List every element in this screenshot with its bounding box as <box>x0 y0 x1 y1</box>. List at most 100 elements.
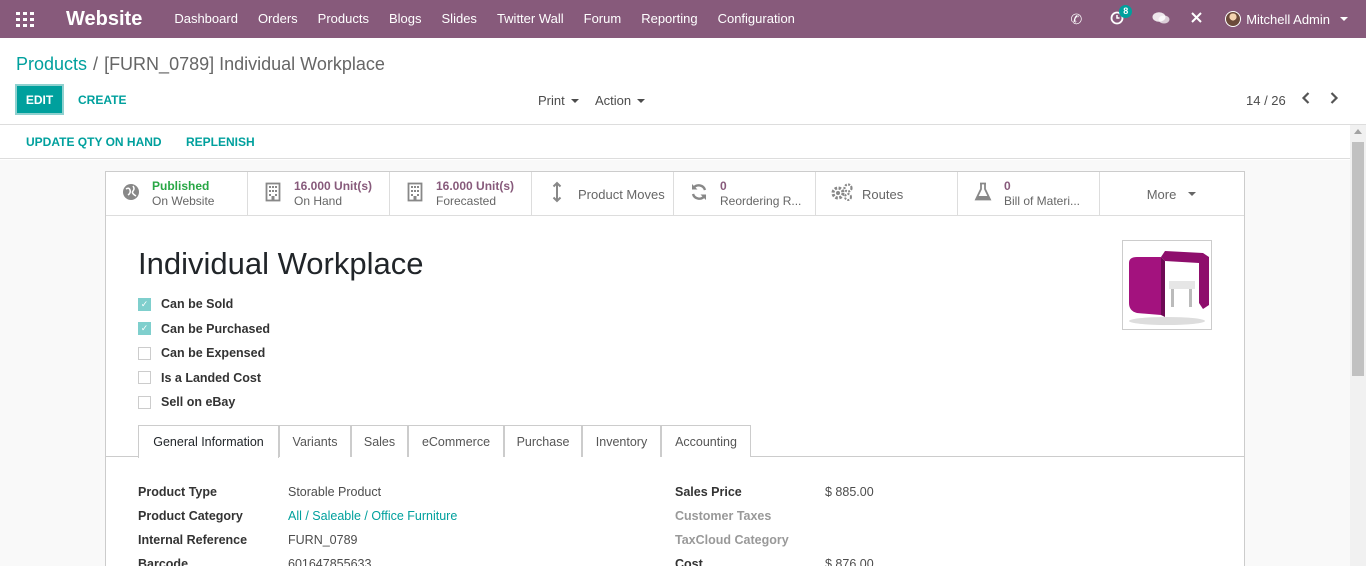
refresh-icon <box>688 182 710 207</box>
field-product-category: Product Category All / Saleable / Office… <box>138 504 457 528</box>
menu-item-dashboard[interactable]: Dashboard <box>164 0 248 38</box>
published-status: Published <box>152 179 210 193</box>
menu-item-blogs[interactable]: Blogs <box>379 0 432 38</box>
vertical-scrollbar[interactable] <box>1350 125 1366 566</box>
control-panel: Products / [FURN_0789] Individual Workplac… <box>0 38 1366 125</box>
sales-price-value[interactable]: $ 885.00 <box>825 485 874 499</box>
breadcrumb-separator: / <box>93 54 99 74</box>
routes-label: Routes <box>862 186 904 202</box>
published-label: On Website <box>152 194 215 208</box>
checkbox-row-sell-on-ebay: Sell on eBay <box>138 390 270 415</box>
field-barcode: Barcode 601647855633 <box>138 552 371 566</box>
breadcrumb-products-link[interactable]: Products <box>16 54 87 74</box>
app-brand[interactable]: Website <box>66 8 142 31</box>
product-type-value[interactable]: Storable Product <box>288 485 381 499</box>
forecasted-qty: 16.000 Unit(s) <box>436 179 515 193</box>
chat-bubbles-icon[interactable] <box>1152 11 1170 28</box>
field-sales-price: Sales Price $ 885.00 <box>675 480 874 504</box>
create-button[interactable]: CREATE <box>78 93 126 107</box>
smart-button-product-moves[interactable]: Product Moves <box>532 172 674 216</box>
menu-item-reporting[interactable]: Reporting <box>631 0 707 38</box>
can-be-expensed-label: Can be Expensed <box>161 346 266 361</box>
tab-purchase[interactable]: Purchase <box>504 425 582 457</box>
menu-item-configuration[interactable]: Configuration <box>708 0 805 38</box>
product-image[interactable] <box>1122 240 1212 330</box>
can-be-sold-checkbox[interactable]: ✓ <box>138 297 151 311</box>
product-name[interactable]: Individual Workplace <box>138 246 423 282</box>
phone-icon[interactable]: ✆ <box>1070 11 1082 28</box>
product-photo-icon <box>1123 241 1211 329</box>
checkbox-row-can-be-expensed: Can be Expensed <box>138 341 270 366</box>
cost-value[interactable]: $ 876.00 <box>825 557 874 566</box>
smart-button-website-published[interactable]: Published On Website <box>106 172 248 216</box>
chevron-right-icon[interactable] <box>1329 91 1339 110</box>
breadcrumb-current: [FURN_0789] Individual Workplace <box>104 54 385 74</box>
user-avatar[interactable] <box>1225 11 1242 27</box>
scroll-up-arrow-icon[interactable] <box>1354 129 1362 134</box>
product-category-label: Product Category <box>138 509 243 523</box>
building-icon <box>404 182 426 207</box>
field-taxcloud-category: TaxCloud Category <box>675 528 825 552</box>
caret-down-icon <box>570 98 579 103</box>
activity-badge: 8 <box>1119 4 1133 18</box>
tab-variants[interactable]: Variants <box>279 425 351 457</box>
on-hand-label: On Hand <box>294 194 343 208</box>
smart-button-routes[interactable]: Routes <box>816 172 958 216</box>
menu-item-products[interactable]: Products <box>308 0 379 38</box>
tab-sales[interactable]: Sales <box>351 425 408 457</box>
can-be-expensed-checkbox[interactable] <box>138 346 151 360</box>
smart-button-bill-of-materials[interactable]: 0 Bill of Materi... <box>958 172 1100 216</box>
edit-button[interactable]: EDIT <box>15 84 64 115</box>
menu-item-slides[interactable]: Slides <box>432 0 487 38</box>
user-name[interactable]: Mitchell Admin <box>1246 12 1330 27</box>
product-category-link[interactable]: All / Saleable / Office Furniture <box>288 509 457 523</box>
menu-item-forum[interactable]: Forum <box>574 0 632 38</box>
landed-cost-label: Is a Landed Cost <box>161 370 262 385</box>
barcode-value[interactable]: 601647855633 <box>288 557 371 566</box>
pager-value[interactable]: 14 / 26 <box>1246 93 1286 108</box>
form-sheet: Published On Website 16.000 Unit(s) On Han… <box>105 171 1245 566</box>
field-customer-taxes: Customer Taxes <box>675 504 825 528</box>
can-be-purchased-checkbox[interactable]: ✓ <box>138 322 151 336</box>
bom-label: Bill of Materi... <box>1004 194 1081 208</box>
product-options: ✓ Can be Sold ✓ Can be Purchased Can be … <box>138 292 270 415</box>
smart-button-on-hand[interactable]: 16.000 Unit(s) On Hand <box>248 172 390 216</box>
field-cost: Cost $ 876.00 <box>675 552 874 566</box>
caret-down-icon <box>1188 192 1197 196</box>
sell-on-ebay-checkbox[interactable] <box>138 395 151 409</box>
reordering-count: 0 <box>720 179 727 193</box>
forecasted-label: Forecasted <box>436 194 497 208</box>
checkbox-row-can-be-sold: ✓ Can be Sold <box>138 292 270 317</box>
sell-on-ebay-label: Sell on eBay <box>161 395 236 410</box>
action-label: Action <box>595 93 632 108</box>
print-dropdown[interactable]: Print <box>538 93 579 108</box>
action-dropdown[interactable]: Action <box>595 93 646 108</box>
activity-clock-icon[interactable]: 8 <box>1110 4 1133 28</box>
tab-inventory[interactable]: Inventory <box>582 425 661 457</box>
scroll-thumb[interactable] <box>1352 142 1364 376</box>
navbar-systray: ✆ 8 Mitchell Admin <box>1060 0 1366 38</box>
more-smart-buttons-dropdown[interactable]: More <box>1100 172 1243 216</box>
tab-ecommerce[interactable]: eCommerce <box>408 425 504 457</box>
cost-label: Cost <box>675 557 703 566</box>
internal-reference-value[interactable]: FURN_0789 <box>288 533 357 547</box>
internal-reference-label: Internal Reference <box>138 533 248 547</box>
update-qty-on-hand-button[interactable]: UPDATE QTY ON HAND <box>26 135 162 149</box>
menu-item-twitter-wall[interactable]: Twitter Wall <box>487 0 574 38</box>
chevron-left-icon[interactable] <box>1301 91 1311 110</box>
menu-item-orders[interactable]: Orders <box>248 0 308 38</box>
tab-accounting[interactable]: Accounting <box>661 425 751 457</box>
smart-button-reordering-rules[interactable]: 0 Reordering R... <box>674 172 816 216</box>
landed-cost-checkbox[interactable] <box>138 371 151 385</box>
debug-tools-icon[interactable] <box>1190 11 1203 27</box>
apps-menu-icon[interactable] <box>16 12 34 27</box>
user-menu-caret-icon[interactable] <box>1340 17 1348 21</box>
smart-button-forecasted[interactable]: 16.000 Unit(s) Forecasted <box>390 172 532 216</box>
can-be-sold-label: Can be Sold <box>161 297 234 312</box>
tab-general-information[interactable]: General Information <box>138 425 279 458</box>
globe-icon <box>120 183 142 206</box>
can-be-purchased-label: Can be Purchased <box>161 321 271 336</box>
replenish-button[interactable]: REPLENISH <box>186 135 255 149</box>
bom-count: 0 <box>1004 179 1011 193</box>
print-label: Print <box>538 93 565 108</box>
